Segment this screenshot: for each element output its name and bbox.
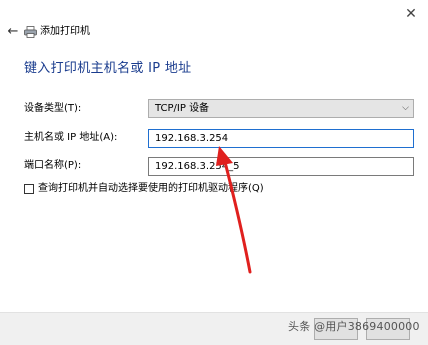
port-name-label: 端口名称(P): — [24, 160, 82, 171]
port-name-input[interactable]: 192.168.3.254_5 — [148, 157, 414, 176]
device-type-dropdown[interactable]: TCP/IP 设备 ⌵ — [148, 99, 414, 118]
query-driver-checkbox[interactable] — [24, 184, 34, 194]
device-type-label: 设备类型(T): — [24, 103, 82, 114]
hostname-input[interactable]: 192.168.3.254 — [148, 129, 414, 148]
query-driver-checkbox-label[interactable]: 查询打印机并自动选择要使用的打印机驱动程序(Q) — [38, 182, 264, 196]
device-type-value: TCP/IP 设备 — [155, 103, 210, 114]
hostname-label: 主机名或 IP 地址(A): — [24, 132, 118, 143]
close-icon[interactable]: ✕ — [394, 0, 428, 28]
chevron-down-icon: ⌵ — [402, 103, 409, 113]
back-arrow-icon[interactable]: ← — [6, 24, 20, 40]
page-heading: 键入打印机主机名或 IP 地址 — [24, 61, 192, 76]
watermark-text: 头条 @用户3869400000 — [288, 320, 420, 333]
add-printer-window: ✕ ← 添加打印机 键入打印机主机名或 IP 地址 设备类型(T): TCP/I… — [0, 0, 428, 345]
printer-icon — [24, 26, 37, 38]
window-title: 添加打印机 — [40, 26, 90, 37]
